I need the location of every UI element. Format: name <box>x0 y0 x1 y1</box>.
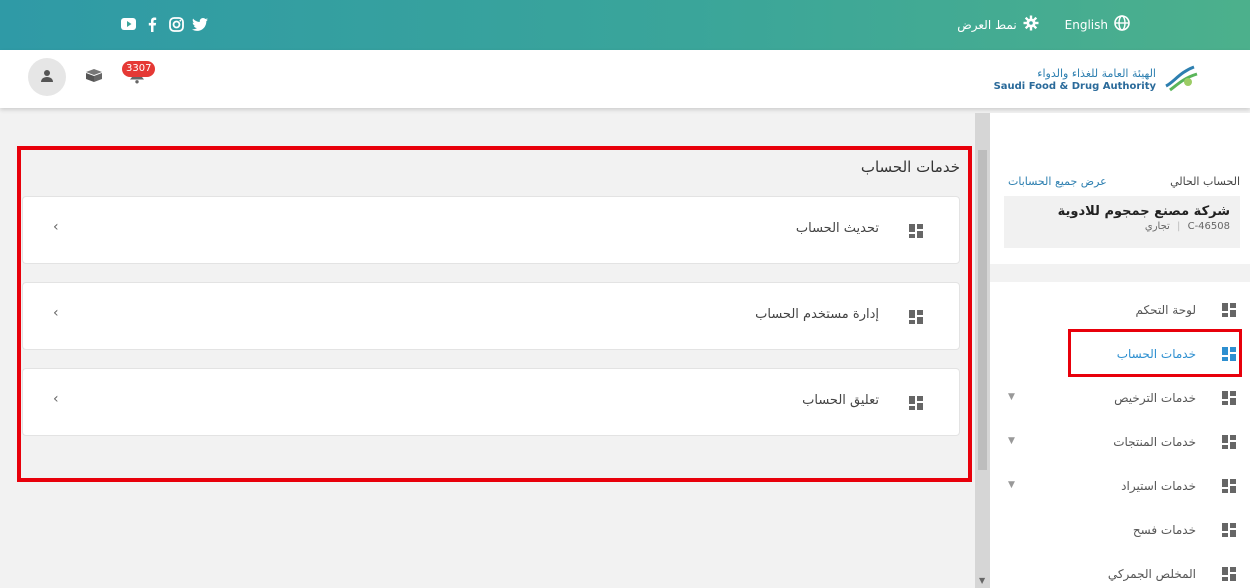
top-bar: English نمط العرض <box>0 0 1250 50</box>
logo-text: الهيئة العامة للغذاء والدواء Saudi Food … <box>994 67 1156 93</box>
dashboard-icon <box>1222 523 1236 537</box>
sidebar-item-label: لوحة التحكم <box>1135 303 1197 317</box>
avatar[interactable] <box>28 58 66 96</box>
account-name: شركة مصنع جمجوم للادوية <box>1057 204 1230 219</box>
sfda-logo[interactable]: الهيئة العامة للغذاء والدواء Saudi Food … <box>994 64 1200 96</box>
notification-badge: 3307 <box>122 61 156 77</box>
social-links <box>120 16 208 32</box>
chevron-down-icon[interactable]: ▼ <box>1008 480 1015 490</box>
sidebar-item-licensing-services[interactable]: خدمات الترخيص ▼ <box>990 376 1250 420</box>
youtube-icon[interactable] <box>120 16 136 32</box>
chevron-down-icon[interactable]: ▼ <box>1008 392 1015 402</box>
site-header: 3307 الهيئة العامة للغذاء والدواء Saudi … <box>0 50 1250 108</box>
account-card[interactable]: شركة مصنع جمجوم للادوية C-46508 | تجاري <box>1004 196 1240 248</box>
sidebar-divider <box>990 264 1250 282</box>
account-type: تجاري <box>1144 221 1170 232</box>
display-mode-label: نمط العرض <box>957 17 1017 32</box>
top-bar-actions: English نمط العرض <box>957 15 1130 34</box>
scrollbar-thumb[interactable] <box>978 150 987 470</box>
sidebar-item-product-services[interactable]: خدمات المنتجات ▼ <box>990 420 1250 464</box>
facebook-icon[interactable] <box>144 16 160 32</box>
logo-english: Saudi Food & Drug Authority <box>993 81 1156 92</box>
dashboard-icon <box>1222 303 1236 317</box>
language-label: English <box>1064 17 1108 32</box>
dashboard-icon <box>1222 391 1236 405</box>
sidebar-item-label: خدمات الترخيص <box>1114 391 1196 405</box>
account-header: الحساب الحالي عرض جميع الحسابات <box>1000 175 1240 188</box>
instagram-icon[interactable] <box>168 16 184 32</box>
notifications-button[interactable]: 3307 <box>122 59 156 95</box>
sidebar-item-label: خدمات فسح <box>1132 523 1196 537</box>
user-icon <box>40 68 54 87</box>
logo-emblem-icon <box>1164 64 1200 96</box>
sidebar-item-dashboard[interactable]: لوحة التحكم <box>990 288 1250 332</box>
sidebar-item-import-services[interactable]: خدمات استيراد ▼ <box>990 464 1250 508</box>
globe-icon <box>1114 15 1130 34</box>
highlight-box-active-menu <box>1068 329 1242 377</box>
chevron-down-icon[interactable]: ▼ <box>1008 436 1015 446</box>
sidebar-item-clearance-services[interactable]: خدمات فسح <box>990 508 1250 552</box>
dashboard-icon <box>1222 567 1236 581</box>
twitter-icon[interactable] <box>192 16 208 32</box>
dashboard-icon <box>1222 479 1236 493</box>
gear-icon <box>1023 15 1039 34</box>
language-switch[interactable]: English <box>1065 15 1130 34</box>
account-meta: C-46508 | تجاري <box>1014 221 1230 232</box>
logo-arabic: الهيئة العامة للغذاء والدواء <box>1037 67 1156 80</box>
separator: | <box>1177 221 1181 232</box>
scroll-down-icon[interactable]: ▼ <box>979 576 985 585</box>
sidebar-item-label: خدمات استيراد <box>1121 479 1196 493</box>
all-accounts-link[interactable]: عرض جميع الحسابات <box>1008 175 1107 188</box>
sidebar-item-label: المخلص الجمركي <box>1107 567 1196 581</box>
header-actions: 3307 <box>28 58 156 96</box>
highlight-box-account-services <box>17 146 972 482</box>
sidebar-item-customs-broker[interactable]: المخلص الجمركي <box>990 552 1250 588</box>
box-icon[interactable] <box>84 67 104 87</box>
display-mode-switch[interactable]: نمط العرض <box>957 15 1039 34</box>
sidebar-item-label: خدمات المنتجات <box>1113 435 1196 449</box>
dashboard-icon <box>1222 435 1236 449</box>
account-id: C-46508 <box>1187 221 1230 232</box>
current-account-label: الحساب الحالي <box>1170 175 1240 188</box>
